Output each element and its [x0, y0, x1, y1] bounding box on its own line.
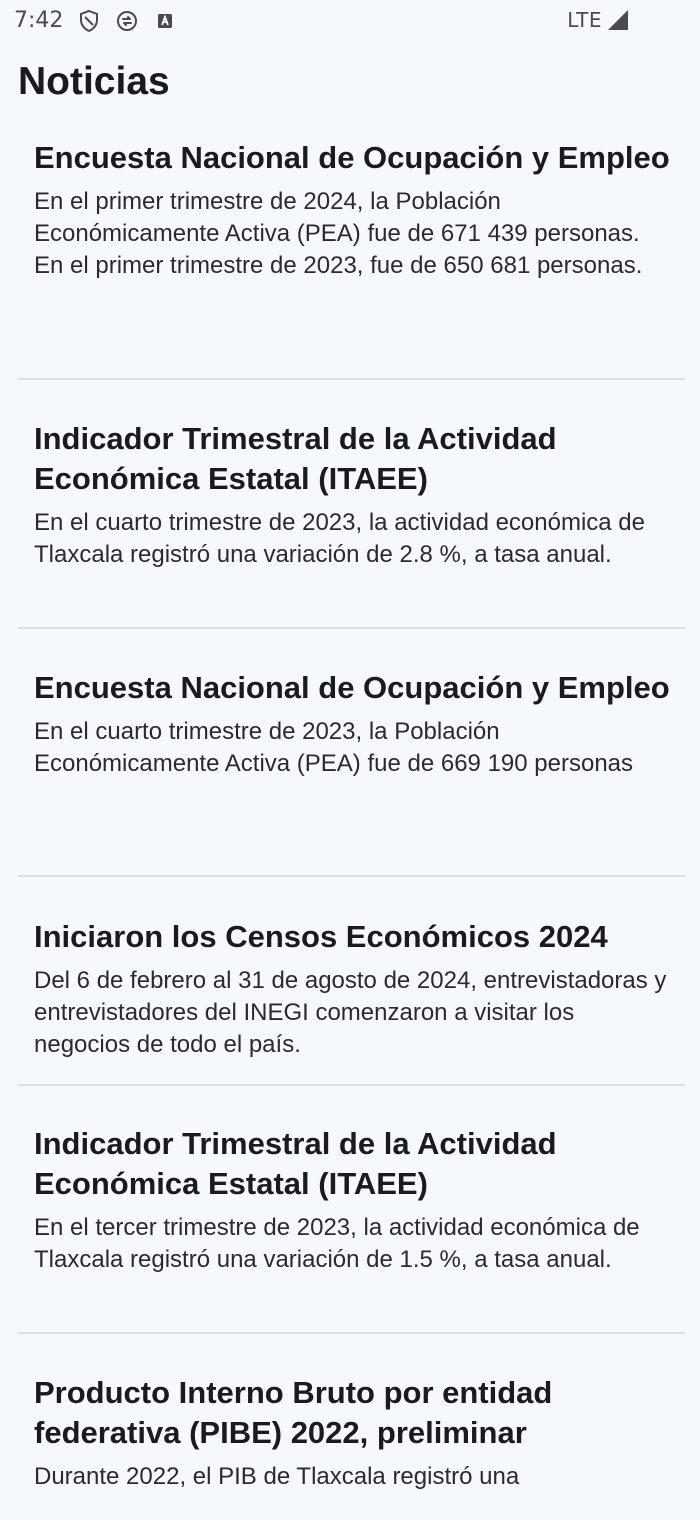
a-badge-icon: [158, 14, 172, 28]
page-title: Noticias: [18, 60, 170, 103]
network-type-label: LTE: [567, 8, 602, 32]
news-title: Indicador Trimestral de la Actividad Eco…: [34, 421, 557, 496]
news-title: Producto Interno Bruto por entidad feder…: [34, 1375, 553, 1450]
news-item[interactable]: Indicador Trimestral de la Actividad Eco…: [34, 1124, 674, 1276]
divider: [18, 875, 685, 877]
divider: [18, 627, 685, 629]
news-item[interactable]: Encuesta Nacional de Ocupación y Empleo …: [34, 138, 674, 282]
news-summary: Durante 2022, el PIB de Tlaxcala registr…: [34, 1463, 520, 1490]
news-item[interactable]: Iniciaron los Censos Económicos 2024 Del…: [34, 917, 674, 1061]
sync-icon: [117, 11, 137, 31]
news-item[interactable]: Indicador Trimestral de la Actividad Eco…: [34, 419, 674, 571]
shield-icon: [80, 9, 98, 33]
status-connectivity: LTE: [567, 8, 630, 32]
news-item[interactable]: Producto Interno Bruto por entidad feder…: [34, 1373, 674, 1493]
news-summary: En el tercer trimestre de 2023, la activ…: [34, 1214, 640, 1273]
divider: [18, 378, 685, 380]
status-bar: 7:42 LTE: [0, 0, 700, 42]
news-item[interactable]: Encuesta Nacional de Ocupación y Empleo …: [34, 668, 674, 780]
news-title: Encuesta Nacional de Ocupación y Empleo: [34, 670, 670, 705]
news-summary: Del 6 de febrero al 31 de agosto de 2024…: [34, 967, 667, 1058]
news-summary: En el cuarto trimestre de 2023, la Pobla…: [34, 718, 634, 777]
news-title: Indicador Trimestral de la Actividad Eco…: [34, 1126, 557, 1201]
signal-icon: [608, 10, 628, 30]
divider: [18, 1084, 685, 1086]
news-summary: En el primer trimestre de 2024, la Pobla…: [34, 188, 643, 279]
divider: [18, 1332, 685, 1334]
news-summary: En el cuarto trimestre de 2023, la activ…: [34, 509, 646, 568]
news-title: Iniciaron los Censos Económicos 2024: [34, 919, 608, 954]
news-title: Encuesta Nacional de Ocupación y Empleo: [34, 140, 670, 175]
status-notification-icons: [77, 9, 177, 33]
status-time: 7:42: [14, 8, 64, 33]
